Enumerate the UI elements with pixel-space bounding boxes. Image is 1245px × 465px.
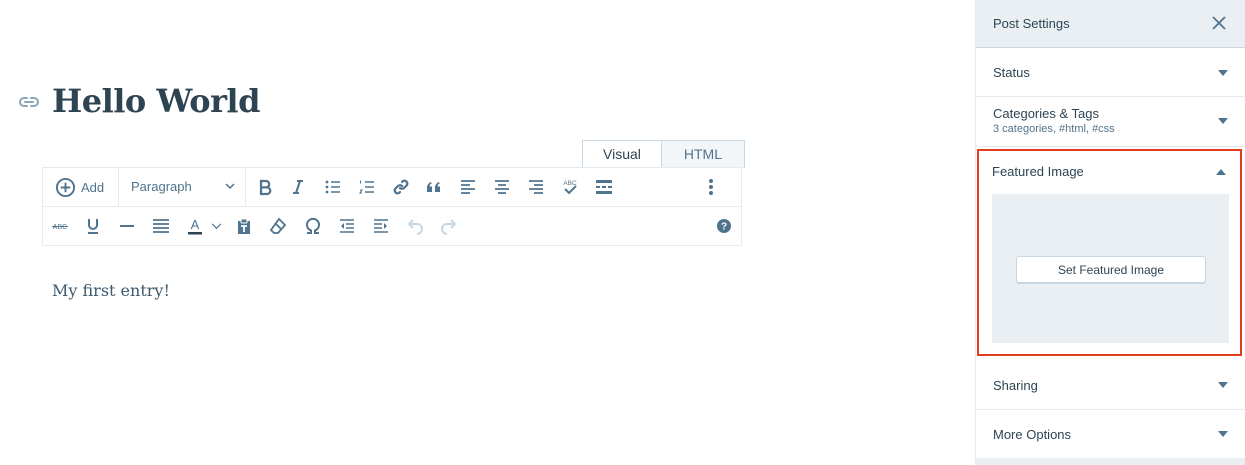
blockquote-icon[interactable]	[424, 177, 444, 197]
panel-featured-title[interactable]: Featured Image	[992, 164, 1084, 179]
horizontal-line-icon[interactable]	[117, 216, 137, 236]
sidebar-footer-strip	[976, 458, 1245, 465]
bullet-list-icon[interactable]	[323, 177, 343, 197]
undo-icon[interactable]	[405, 216, 425, 236]
clear-formatting-icon[interactable]	[268, 216, 288, 236]
text-color-icon[interactable]: A	[185, 216, 205, 236]
redo-icon[interactable]	[439, 216, 459, 236]
post-content[interactable]: My first entry!	[52, 281, 170, 300]
toolbar-divider	[245, 168, 246, 206]
add-button-label: Add	[81, 179, 105, 195]
panel-sharing-title: Sharing	[993, 378, 1038, 393]
panel-featured-image: Featured Image Set Featured Image	[977, 149, 1242, 356]
panel-categories-tags[interactable]: Categories & Tags 3 categories, #html, #…	[976, 97, 1245, 147]
strikethrough-icon[interactable]: ABC	[50, 216, 70, 236]
italic-icon[interactable]	[288, 177, 308, 197]
text-color-label: A	[191, 217, 200, 232]
caret-up-icon[interactable]	[1216, 169, 1226, 175]
tab-html[interactable]: HTML	[661, 140, 746, 168]
panel-categories-title: Categories & Tags	[993, 106, 1099, 121]
numbered-list-icon[interactable]	[357, 177, 377, 197]
justify-icon[interactable]	[151, 216, 171, 236]
underline-icon[interactable]	[83, 216, 103, 236]
link-insert-icon[interactable]	[391, 177, 411, 197]
toolbar-row-secondary: ABC A ?	[43, 207, 741, 246]
sidebar-header: Post Settings	[976, 0, 1245, 48]
chevron-down-icon[interactable]	[209, 216, 223, 236]
post-title[interactable]: Hello World	[52, 82, 260, 120]
more-vertical-icon[interactable]	[701, 177, 721, 197]
caret-down-icon	[1218, 70, 1228, 76]
panel-more-title: More Options	[993, 427, 1072, 442]
editor-toolbar: Add Paragraph ABC ABC A ?	[42, 167, 742, 246]
close-icon[interactable]	[1212, 16, 1226, 30]
align-right-icon[interactable]	[526, 177, 546, 197]
featured-image-dropzone[interactable]: Set Featured Image	[992, 194, 1229, 343]
panel-categories-subtitle: 3 categories, #html, #css	[993, 123, 1115, 135]
read-more-icon[interactable]	[594, 177, 614, 197]
caret-down-icon	[1218, 118, 1228, 124]
toolbar-divider	[118, 168, 119, 206]
link-icon[interactable]	[18, 94, 40, 110]
editor-mode-tabs: Visual HTML	[582, 140, 746, 168]
align-center-icon[interactable]	[492, 177, 512, 197]
caret-down-icon	[1218, 431, 1228, 437]
strikethrough-label: ABC	[53, 224, 67, 231]
panel-status-title: Status	[993, 65, 1030, 80]
spellcheck-icon[interactable]: ABC	[560, 177, 580, 197]
plus-circle-icon	[55, 177, 76, 198]
outdent-icon[interactable]	[337, 216, 357, 236]
add-button[interactable]: Add	[55, 177, 104, 197]
help-icon[interactable]: ?	[714, 216, 734, 236]
indent-icon[interactable]	[371, 216, 391, 236]
set-featured-image-button[interactable]: Set Featured Image	[1016, 256, 1206, 283]
panel-sharing[interactable]: Sharing	[976, 360, 1245, 410]
bold-icon[interactable]	[255, 177, 275, 197]
caret-down-icon	[1218, 382, 1228, 388]
toolbar-row-primary: Add Paragraph ABC	[43, 168, 741, 207]
chevron-down-icon	[225, 183, 235, 190]
help-glyph: ?	[721, 222, 727, 233]
paragraph-format-select[interactable]: Paragraph	[131, 179, 235, 194]
panel-status[interactable]: Status	[976, 48, 1245, 97]
panel-more-options[interactable]: More Options	[976, 410, 1245, 458]
paragraph-format-value: Paragraph	[131, 179, 192, 194]
sidebar-title: Post Settings	[993, 16, 1070, 31]
special-character-icon[interactable]	[303, 216, 323, 236]
align-left-icon[interactable]	[458, 177, 478, 197]
paste-text-icon[interactable]	[234, 216, 254, 236]
tab-visual[interactable]: Visual	[582, 140, 662, 168]
